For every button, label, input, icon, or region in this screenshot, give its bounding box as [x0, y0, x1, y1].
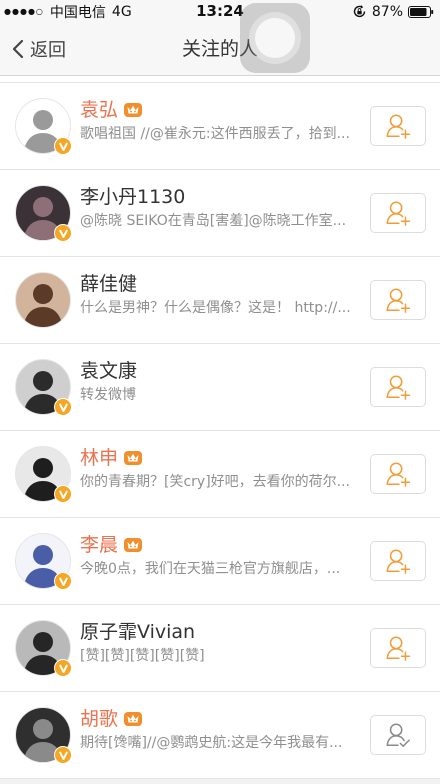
add-user-icon [386, 636, 411, 661]
battery-icon [408, 5, 434, 18]
following-list-item[interactable]: 薛佳健 什么是男神？什么是偶像？这是！ http://... [0, 257, 440, 344]
assistive-touch-icon [249, 12, 301, 64]
latest-status: 期待[馋嘴]//@鹦鹉史航:这是今年我最有... [80, 735, 343, 751]
navigation-bar: 返回 关注的人 [0, 23, 440, 76]
status-bar: ●●●●○ 中国电信 4G 13:24 87% [0, 0, 440, 23]
following-list-item[interactable]: 袁弘 歌唱祖国 //@崔永元:这件西服丢了，拾到... [0, 83, 440, 170]
follow-button[interactable] [370, 541, 426, 581]
user-info[interactable]: 袁弘 歌唱祖国 //@崔永元:这件西服丢了，拾到... [80, 97, 364, 144]
battery-percent: 87% [371, 3, 403, 20]
name-line: 薛佳健 [80, 271, 364, 297]
user-name[interactable]: 原子霏Vivian [80, 619, 195, 645]
latest-status: 你的青春期？[笑cry]好吧，去看你的荷尔... [80, 474, 351, 490]
latest-status: [赞][赞][赞][赞][赞] [80, 648, 205, 664]
user-info[interactable]: 薛佳健 什么是男神？什么是偶像？这是！ http://... [80, 271, 364, 318]
following-list-item[interactable]: 袁文康 转发微博 [0, 344, 440, 431]
verified-badge-icon [54, 572, 72, 590]
follow-button[interactable] [370, 454, 426, 494]
avatar[interactable] [15, 620, 72, 677]
user-name[interactable]: 李晨 [80, 532, 118, 558]
add-user-icon [386, 201, 411, 226]
avatar[interactable] [15, 359, 72, 416]
user-info[interactable]: 原子霏Vivian [赞][赞][赞][赞][赞] [80, 619, 364, 666]
vip-badge-icon [123, 710, 143, 728]
following-list-item[interactable]: 林申 你的青春期？[笑cry]好吧，去看你的荷尔... [0, 431, 440, 518]
user-info[interactable]: 袁文康 转发微博 [80, 358, 364, 405]
following-list: 袁弘 歌唱祖国 //@崔永元:这件西服丢了，拾到... 李小丹1130 @陈晓 … [0, 83, 440, 779]
latest-status: @陈晓 SEIKO在青岛[害羞]@陈晓工作室... [80, 213, 347, 229]
verified-badge-icon [54, 485, 72, 503]
verified-badge-icon [54, 746, 72, 764]
status-bar-right: 87% [352, 0, 434, 23]
vip-badge-icon [123, 449, 143, 467]
following-list-item[interactable]: 胡歌 期待[馋嘴]//@鹦鹉史航:这是今年我最有... [0, 692, 440, 779]
follow-button[interactable] [370, 367, 426, 407]
vip-badge-icon [123, 101, 143, 119]
user-check-icon [386, 723, 410, 747]
name-line: 袁弘 [80, 97, 364, 123]
add-user-icon [386, 375, 411, 400]
follow-button[interactable] [370, 715, 426, 755]
list-top-spacer [0, 76, 440, 83]
rotation-lock-icon [353, 5, 366, 18]
avatar[interactable] [15, 707, 72, 764]
user-name[interactable]: 林申 [80, 445, 118, 471]
assistive-touch-button[interactable] [240, 3, 310, 73]
vip-badge-icon [123, 536, 143, 554]
add-user-icon [386, 288, 411, 313]
following-list-item[interactable]: 李晨 今晚0点，我们在天猫三枪官方旗舰店，... [0, 518, 440, 605]
latest-status: 什么是男神？什么是偶像？这是！ http://... [80, 300, 351, 316]
add-user-icon [386, 114, 411, 139]
verified-badge-icon [54, 659, 72, 677]
following-list-item[interactable]: 原子霏Vivian [赞][赞][赞][赞][赞] [0, 605, 440, 692]
latest-status: 转发微博 [80, 387, 136, 403]
user-info[interactable]: 李小丹1130 @陈晓 SEIKO在青岛[害羞]@陈晓工作室... [80, 184, 364, 231]
verified-badge-icon [54, 224, 72, 242]
verified-badge-icon [54, 137, 72, 155]
user-name[interactable]: 袁弘 [80, 97, 118, 123]
follow-button[interactable] [370, 628, 426, 668]
name-line: 袁文康 [80, 358, 364, 384]
name-line: 林申 [80, 445, 364, 471]
battery-level [410, 7, 427, 16]
user-name[interactable]: 袁文康 [80, 358, 137, 384]
verified-badge-icon [54, 398, 72, 416]
avatar[interactable] [15, 533, 72, 590]
follow-button[interactable] [370, 280, 426, 320]
user-info[interactable]: 林申 你的青春期？[笑cry]好吧，去看你的荷尔... [80, 445, 364, 492]
avatar[interactable] [15, 446, 72, 503]
user-name[interactable]: 薛佳健 [80, 271, 137, 297]
user-name[interactable]: 李小丹1130 [80, 184, 185, 210]
name-line: 原子霏Vivian [80, 619, 364, 645]
avatar[interactable] [15, 98, 72, 155]
avatar[interactable] [15, 272, 71, 328]
name-line: 李晨 [80, 532, 364, 558]
back-label: 返回 [30, 40, 66, 61]
user-name[interactable]: 胡歌 [80, 706, 118, 732]
avatar-image [23, 284, 63, 327]
back-button[interactable]: 返回 [12, 23, 66, 75]
follow-button[interactable] [370, 106, 426, 146]
latest-status: 今晚0点，我们在天猫三枪官方旗舰店，... [80, 561, 341, 577]
latest-status: 歌唱祖国 //@崔永元:这件西服丢了，拾到... [80, 126, 350, 142]
name-line: 李小丹1130 [80, 184, 364, 210]
avatar[interactable] [15, 185, 72, 242]
add-user-icon [386, 462, 411, 487]
name-line: 胡歌 [80, 706, 364, 732]
following-list-item[interactable]: 李小丹1130 @陈晓 SEIKO在青岛[害羞]@陈晓工作室... [0, 170, 440, 257]
user-info[interactable]: 李晨 今晚0点，我们在天猫三枪官方旗舰店，... [80, 532, 364, 579]
user-info[interactable]: 胡歌 期待[馋嘴]//@鹦鹉史航:这是今年我最有... [80, 706, 364, 753]
add-user-icon [386, 549, 411, 574]
follow-button[interactable] [370, 193, 426, 233]
chevron-left-icon [12, 39, 24, 59]
